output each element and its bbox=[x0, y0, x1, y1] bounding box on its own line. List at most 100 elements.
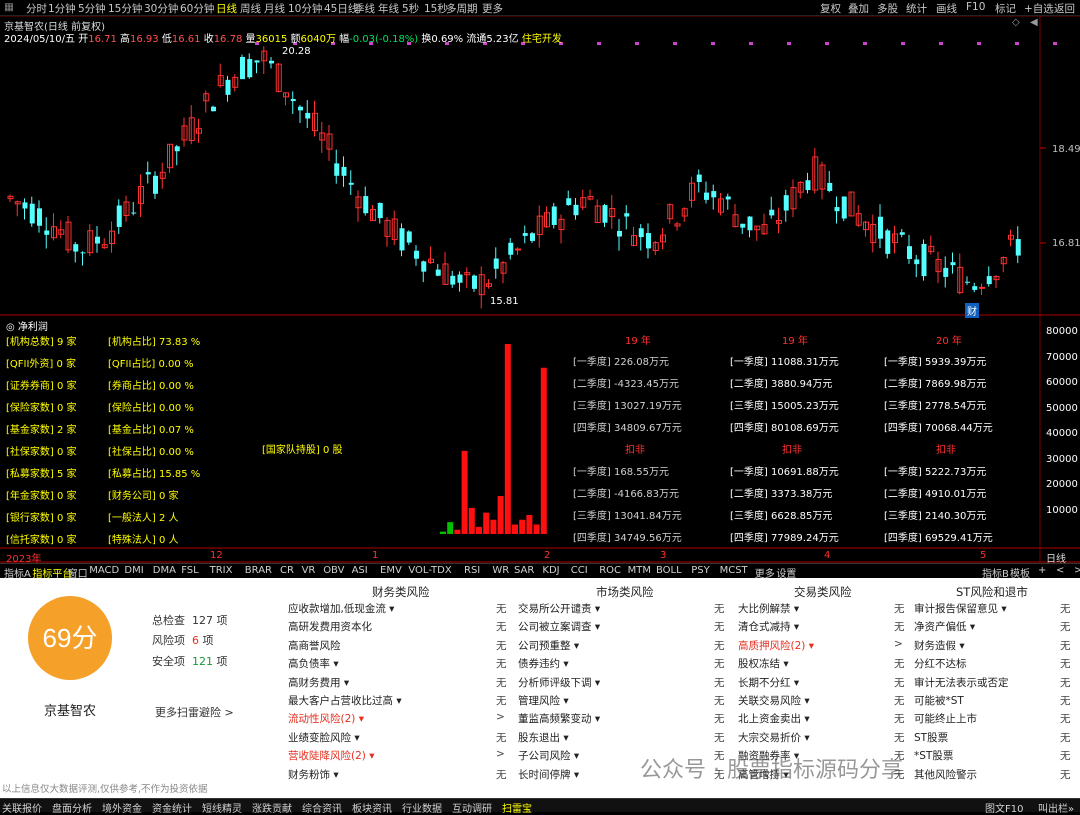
risk-item[interactable]: 高商誉风险 bbox=[288, 638, 341, 653]
indicator-tab-6[interactable]: FSL bbox=[181, 565, 199, 576]
risk-item[interactable]: 长期不分红 ▾ bbox=[738, 675, 799, 690]
risk-item[interactable]: 流动性风险(2) ▾ bbox=[288, 711, 364, 726]
toolbar-item-8[interactable]: 返回 bbox=[1054, 1, 1075, 16]
indicator-tab-23[interactable]: PSY bbox=[691, 565, 710, 576]
period-6[interactable]: 日线 bbox=[216, 1, 237, 16]
period-8[interactable]: 月线 bbox=[264, 1, 285, 16]
risk-item[interactable]: 子公司风险 ▾ bbox=[518, 748, 579, 763]
risk-item[interactable]: *ST股票 bbox=[914, 748, 953, 763]
bottom-tab-3[interactable]: 资金统计 bbox=[152, 800, 192, 815]
risk-item[interactable]: 长时间停牌 ▾ bbox=[518, 767, 579, 782]
toolbar-item-0[interactable]: 复权 bbox=[820, 1, 841, 16]
indicator-tab-7[interactable]: TRIX bbox=[210, 565, 233, 576]
toolbar-item-2[interactable]: 多股 bbox=[877, 1, 898, 16]
indicator-tab-24[interactable]: MCST bbox=[720, 565, 748, 576]
risk-item[interactable]: 股东退出 ▾ bbox=[518, 730, 569, 745]
bottom-tab-5[interactable]: 涨跌贡献 bbox=[252, 800, 292, 815]
toolbar-item-5[interactable]: F10 bbox=[966, 1, 985, 13]
risk-item[interactable]: 净资产偏低 ▾ bbox=[914, 619, 975, 634]
risk-item[interactable]: 业绩变脸风险 ▾ bbox=[288, 730, 360, 745]
risk-item[interactable]: 清仓式减持 ▾ bbox=[738, 619, 799, 634]
indicator-tab-right-3[interactable]: < bbox=[1056, 565, 1064, 576]
period-14[interactable]: 15秒 bbox=[424, 1, 448, 16]
bottom-tab-2[interactable]: 境外资金 bbox=[102, 800, 142, 815]
toolbar-item-6[interactable]: 标记 bbox=[995, 1, 1016, 16]
indicator-tab-21[interactable]: MTM bbox=[628, 565, 651, 576]
period-4[interactable]: 30分钟 bbox=[144, 1, 178, 16]
indicator-tab-4[interactable]: DMI bbox=[124, 565, 143, 576]
risk-item[interactable]: 财务粉饰 ▾ bbox=[288, 767, 339, 782]
bottom-tab-9[interactable]: 互动调研 bbox=[452, 800, 492, 815]
finance-tag[interactable]: 财 bbox=[965, 303, 979, 318]
risk-item[interactable]: 董监高频繁变动 ▾ bbox=[518, 711, 600, 726]
toolbar-item-4[interactable]: 画线 bbox=[936, 1, 957, 16]
risk-item[interactable]: 可能终止上市 bbox=[914, 711, 977, 726]
risk-item[interactable]: 债券违约 ▾ bbox=[518, 656, 569, 671]
risk-item[interactable]: 北上资金卖出 ▾ bbox=[738, 711, 810, 726]
bottom-tab-6[interactable]: 综合资讯 bbox=[302, 800, 342, 815]
indicator-tab-16[interactable]: WR bbox=[492, 565, 509, 576]
indicator-tab-right-4[interactable]: > bbox=[1074, 565, 1080, 576]
indicator-tab-right-2[interactable]: + bbox=[1038, 565, 1046, 576]
risk-item[interactable]: 营收陡降风险(2) ▾ bbox=[288, 748, 374, 763]
indicator-tab-11[interactable]: OBV bbox=[323, 565, 344, 576]
period-9[interactable]: 10分钟 bbox=[288, 1, 322, 16]
risk-item[interactable]: 分析师评级下调 ▾ bbox=[518, 675, 600, 690]
risk-item[interactable]: 高财务费用 ▾ bbox=[288, 675, 349, 690]
indicator-tab-19[interactable]: CCI bbox=[571, 565, 588, 576]
more-scan-link[interactable]: 更多扫雷避险 > bbox=[155, 704, 234, 720]
bottom-tab-7[interactable]: 板块资讯 bbox=[352, 800, 392, 815]
indicator-tab-17[interactable]: SAR bbox=[514, 565, 534, 576]
indicator-tab-3[interactable]: MACD bbox=[89, 565, 119, 576]
bottom-right-0[interactable]: 图文F10 bbox=[985, 800, 1023, 815]
indicator-tab-15[interactable]: RSI bbox=[464, 565, 480, 576]
bottom-tab-4[interactable]: 短线精灵 bbox=[202, 800, 242, 815]
risk-item[interactable]: ST股票 bbox=[914, 730, 948, 745]
period-3[interactable]: 15分钟 bbox=[108, 1, 142, 16]
toolbar-item-1[interactable]: 叠加 bbox=[848, 1, 869, 16]
period-15[interactable]: 多周期 bbox=[446, 1, 478, 16]
risk-item[interactable]: 交易所公开谴责 ▾ bbox=[518, 601, 600, 616]
indicator-tab-13[interactable]: EMV bbox=[380, 565, 402, 576]
period-2[interactable]: 5分钟 bbox=[78, 1, 106, 16]
bottom-right-1[interactable]: 叫出栏» bbox=[1038, 800, 1074, 815]
indicator-tab-12[interactable]: ASI bbox=[352, 565, 368, 576]
risk-item[interactable]: 应收款增加,低现金流 ▾ bbox=[288, 601, 394, 616]
indicator-tab-9[interactable]: CR bbox=[280, 565, 294, 576]
indicator-tab-5[interactable]: DMA bbox=[153, 565, 176, 576]
indicator-tab-8[interactable]: BRAR bbox=[245, 565, 272, 576]
risk-item[interactable]: 分红不达标 bbox=[914, 656, 967, 671]
risk-item[interactable]: 大宗交易折价 ▾ bbox=[738, 730, 810, 745]
toolbar-item-3[interactable]: 统计 bbox=[906, 1, 927, 16]
settings-icon[interactable]: ◀ bbox=[1030, 17, 1038, 28]
indicator-tab-18[interactable]: KDJ bbox=[542, 565, 559, 576]
period-7[interactable]: 周线 bbox=[240, 1, 261, 16]
period-12[interactable]: 年线 bbox=[378, 1, 399, 16]
indicator-tab-20[interactable]: ROC bbox=[599, 565, 621, 576]
risk-item[interactable]: 大比例解禁 ▾ bbox=[738, 601, 799, 616]
risk-item[interactable]: 股权冻结 ▾ bbox=[738, 656, 789, 671]
toolbar-item-7[interactable]: +自选 bbox=[1024, 1, 1054, 16]
risk-item[interactable]: 最大客户占营收比过高 ▾ bbox=[288, 693, 402, 708]
bottom-tab-1[interactable]: 盘面分析 bbox=[52, 800, 92, 815]
risk-item[interactable]: 公司被立案调查 ▾ bbox=[518, 619, 600, 634]
period-0[interactable]: 分时 bbox=[26, 1, 47, 16]
risk-item[interactable]: 财务造假 ▾ bbox=[914, 638, 965, 653]
period-13[interactable]: 5秒 bbox=[402, 1, 419, 16]
period-1[interactable]: 1分钟 bbox=[48, 1, 76, 16]
risk-item[interactable]: 审计报告保留意见 ▾ bbox=[914, 601, 1007, 616]
bottom-tab-8[interactable]: 行业数据 bbox=[402, 800, 442, 815]
risk-item[interactable]: 可能被*ST bbox=[914, 693, 964, 708]
indicator-tab-14[interactable]: VOL-TDX bbox=[408, 565, 451, 576]
risk-item[interactable]: 高质押风险(2) ▾ bbox=[738, 638, 814, 653]
risk-item[interactable]: 公司预重整 ▾ bbox=[518, 638, 579, 653]
period-11[interactable]: 季线 bbox=[354, 1, 375, 16]
period-5[interactable]: 60分钟 bbox=[180, 1, 214, 16]
risk-item[interactable]: 高研发费用资本化 bbox=[288, 619, 372, 634]
risk-item[interactable]: 审计无法表示或否定 bbox=[914, 675, 1009, 690]
risk-item[interactable]: 高负债率 ▾ bbox=[288, 656, 339, 671]
indicator-tab-10[interactable]: VR bbox=[302, 565, 316, 576]
indicator-tab-22[interactable]: BOLL bbox=[656, 565, 682, 576]
risk-item[interactable]: 其他风险警示 bbox=[914, 767, 977, 782]
menu-icon[interactable]: ▦ bbox=[4, 1, 14, 13]
